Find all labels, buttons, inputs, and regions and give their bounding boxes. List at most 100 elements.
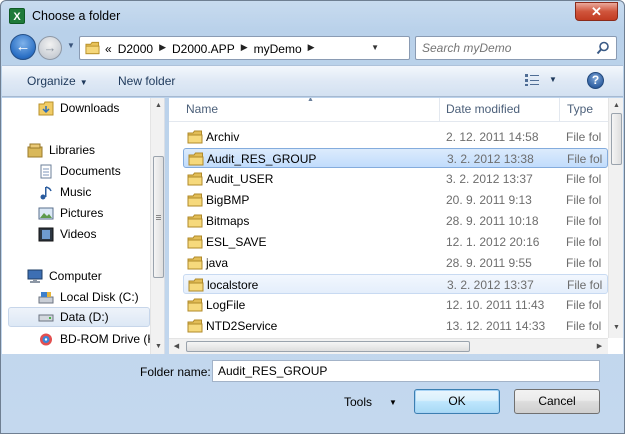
file-name: Audit_USER — [206, 172, 274, 186]
folder-icon — [187, 256, 203, 270]
file-name: localstore — [207, 278, 259, 292]
folder-name-input[interactable] — [212, 360, 600, 382]
scroll-down-icon[interactable]: ▼ — [151, 339, 164, 354]
folder-icon — [187, 319, 203, 333]
breadcrumb-item[interactable]: D2000 — [118, 42, 153, 56]
breadcrumb-separator-icon[interactable]: ▶ — [159, 42, 166, 56]
table-row[interactable]: NTD2Service 13. 12. 2011 14:33 File fol — [183, 316, 608, 336]
nav-item-pictures[interactable]: Pictures — [38, 203, 103, 223]
view-dropdown[interactable]: ▼ — [549, 75, 557, 84]
file-date-modified: 2. 12. 2011 14:58 — [446, 130, 539, 144]
column-header-date-modified[interactable]: Date modified — [446, 102, 520, 116]
file-horizontal-scrollbar[interactable]: ◀ ▶ — [169, 338, 608, 354]
scrollbar-thumb[interactable] — [186, 341, 470, 352]
file-vertical-scrollbar[interactable]: ▲ ▼ — [608, 98, 623, 338]
view-options-icon[interactable] — [524, 73, 540, 87]
nav-vertical-scrollbar[interactable]: ▲ ▼ — [150, 98, 164, 354]
file-type: File fol — [567, 152, 603, 166]
scroll-right-icon[interactable]: ▶ — [592, 339, 607, 354]
organize-button[interactable]: Organize ▼ — [27, 74, 88, 88]
search-input[interactable] — [422, 40, 592, 56]
breadcrumb-overflow[interactable]: « — [105, 42, 112, 56]
sort-ascending-icon: ▲ — [307, 98, 314, 103]
window-title: Choose a folder — [32, 9, 121, 23]
file-date-modified: 28. 9. 2011 10:18 — [446, 214, 539, 228]
close-button[interactable]: ✕ — [575, 2, 618, 21]
address-bar[interactable]: « D2000 ▶ D2000.APP ▶ myDemo ▶ ▼ ⇆ — [79, 36, 482, 60]
back-arrow-icon: ← — [15, 38, 31, 55]
breadcrumb-separator-icon[interactable]: ▶ — [241, 42, 248, 56]
scroll-up-icon[interactable]: ▲ — [151, 98, 164, 113]
videos-icon — [38, 227, 54, 241]
table-row[interactable]: LogFile 12. 10. 2011 11:43 File fol — [183, 295, 608, 315]
scrollbar-thumb[interactable] — [611, 113, 622, 165]
file-name: LogFile — [206, 298, 246, 312]
column-header-name[interactable]: Name — [186, 102, 218, 116]
nav-item-libraries[interactable]: Libraries — [27, 140, 95, 160]
column-header-type[interactable]: Type — [567, 102, 593, 116]
scroll-up-icon[interactable]: ▲ — [609, 98, 623, 113]
file-date-modified: 28. 9. 2011 9:55 — [446, 256, 532, 270]
nav-item-videos[interactable]: Videos — [38, 224, 96, 244]
grip-line — [156, 215, 161, 216]
column-divider[interactable] — [559, 98, 560, 122]
scrollbar-thumb[interactable] — [153, 156, 164, 278]
file-date-modified: 12. 1. 2012 20:16 — [446, 235, 540, 249]
navigation-pane: Downloads Libraries Documents Music Pict… — [2, 98, 165, 354]
nav-label: Data (D:) — [60, 310, 109, 324]
nav-label: Libraries — [49, 143, 96, 157]
file-date-modified: 20. 9. 2011 9:13 — [446, 193, 532, 207]
file-date-modified: 3. 2. 2012 13:37 — [446, 172, 533, 186]
table-row[interactable]: Audit_RES_GROUP 3. 2. 2012 13:38 File fol — [183, 148, 608, 168]
breadcrumb-item[interactable]: D2000.APP — [172, 42, 235, 56]
libraries-icon — [27, 143, 43, 157]
table-row[interactable]: Audit_USER 3. 2. 2012 13:37 File fol — [183, 169, 608, 189]
new-folder-button[interactable]: New folder — [118, 74, 175, 88]
file-type: File fol — [566, 319, 602, 333]
table-row[interactable]: BigBMP 20. 9. 2011 9:13 File fol — [183, 190, 608, 210]
title-bar: X Choose a folder ✕ — [1, 1, 624, 31]
nav-item-music[interactable]: Music — [38, 182, 91, 202]
table-row[interactable]: ESL_SAVE 12. 1. 2012 20:16 File fol — [183, 232, 608, 252]
nav-item-data-d[interactable]: Data (D:) — [8, 307, 150, 327]
excel-app-icon: X — [9, 8, 25, 24]
file-type: File fol — [566, 172, 602, 186]
file-date-modified: 12. 10. 2011 11:43 — [446, 298, 545, 312]
address-row: ← → ▼ « D2000 ▶ D2000.APP ▶ myDemo ▶ ▼ ⇆ — [1, 32, 624, 62]
nav-item-local-disk-c[interactable]: Local Disk (C:) — [38, 287, 139, 307]
table-row[interactable]: java 28. 9. 2011 9:55 File fol — [183, 253, 608, 273]
search-box[interactable] — [415, 36, 617, 60]
ok-button[interactable]: OK — [414, 389, 500, 414]
table-row[interactable]: localstore 3. 2. 2012 13:37 File fol — [183, 274, 608, 294]
folder-icon — [187, 214, 203, 228]
chevron-down-icon[interactable]: ▼ — [389, 398, 397, 407]
nav-item-documents[interactable]: Documents — [38, 161, 121, 181]
scroll-down-icon[interactable]: ▼ — [609, 320, 623, 335]
file-date-modified: 3. 2. 2012 13:37 — [447, 278, 534, 292]
forward-button[interactable]: → — [38, 36, 62, 60]
column-header-row: Name ▲ Date modified Type — [169, 98, 608, 122]
tools-button[interactable]: Tools — [344, 395, 372, 409]
breadcrumb-separator-icon[interactable]: ▶ — [308, 42, 315, 56]
nav-item-downloads[interactable]: Downloads — [38, 98, 119, 118]
breadcrumb-item[interactable]: myDemo — [254, 42, 302, 56]
scroll-left-icon[interactable]: ◀ — [169, 339, 184, 354]
file-name: java — [206, 256, 229, 270]
back-button[interactable]: ← — [10, 34, 36, 60]
help-button[interactable]: ? — [587, 72, 604, 89]
organize-label: Organize — [27, 74, 76, 88]
nav-item-computer[interactable]: Computer — [27, 266, 102, 286]
file-type: File fol — [566, 298, 602, 312]
cancel-button[interactable]: Cancel — [514, 389, 600, 414]
address-dropdown[interactable]: ▼ — [371, 43, 379, 52]
file-name: Audit_RES_GROUP — [207, 152, 317, 166]
nav-label: Computer — [49, 269, 102, 283]
nav-item-bd-rom-drive[interactable]: BD-ROM Drive (K — [38, 329, 155, 349]
folder-name-label: Folder name: — [140, 365, 211, 379]
recent-locations-dropdown[interactable]: ▼ — [67, 41, 75, 50]
file-type: File fol — [566, 256, 602, 270]
music-icon — [40, 185, 52, 199]
column-divider[interactable] — [439, 98, 440, 122]
table-row[interactable]: Archiv 2. 12. 2011 14:58 File fol — [183, 127, 608, 147]
table-row[interactable]: Bitmaps 28. 9. 2011 10:18 File fol — [183, 211, 608, 231]
